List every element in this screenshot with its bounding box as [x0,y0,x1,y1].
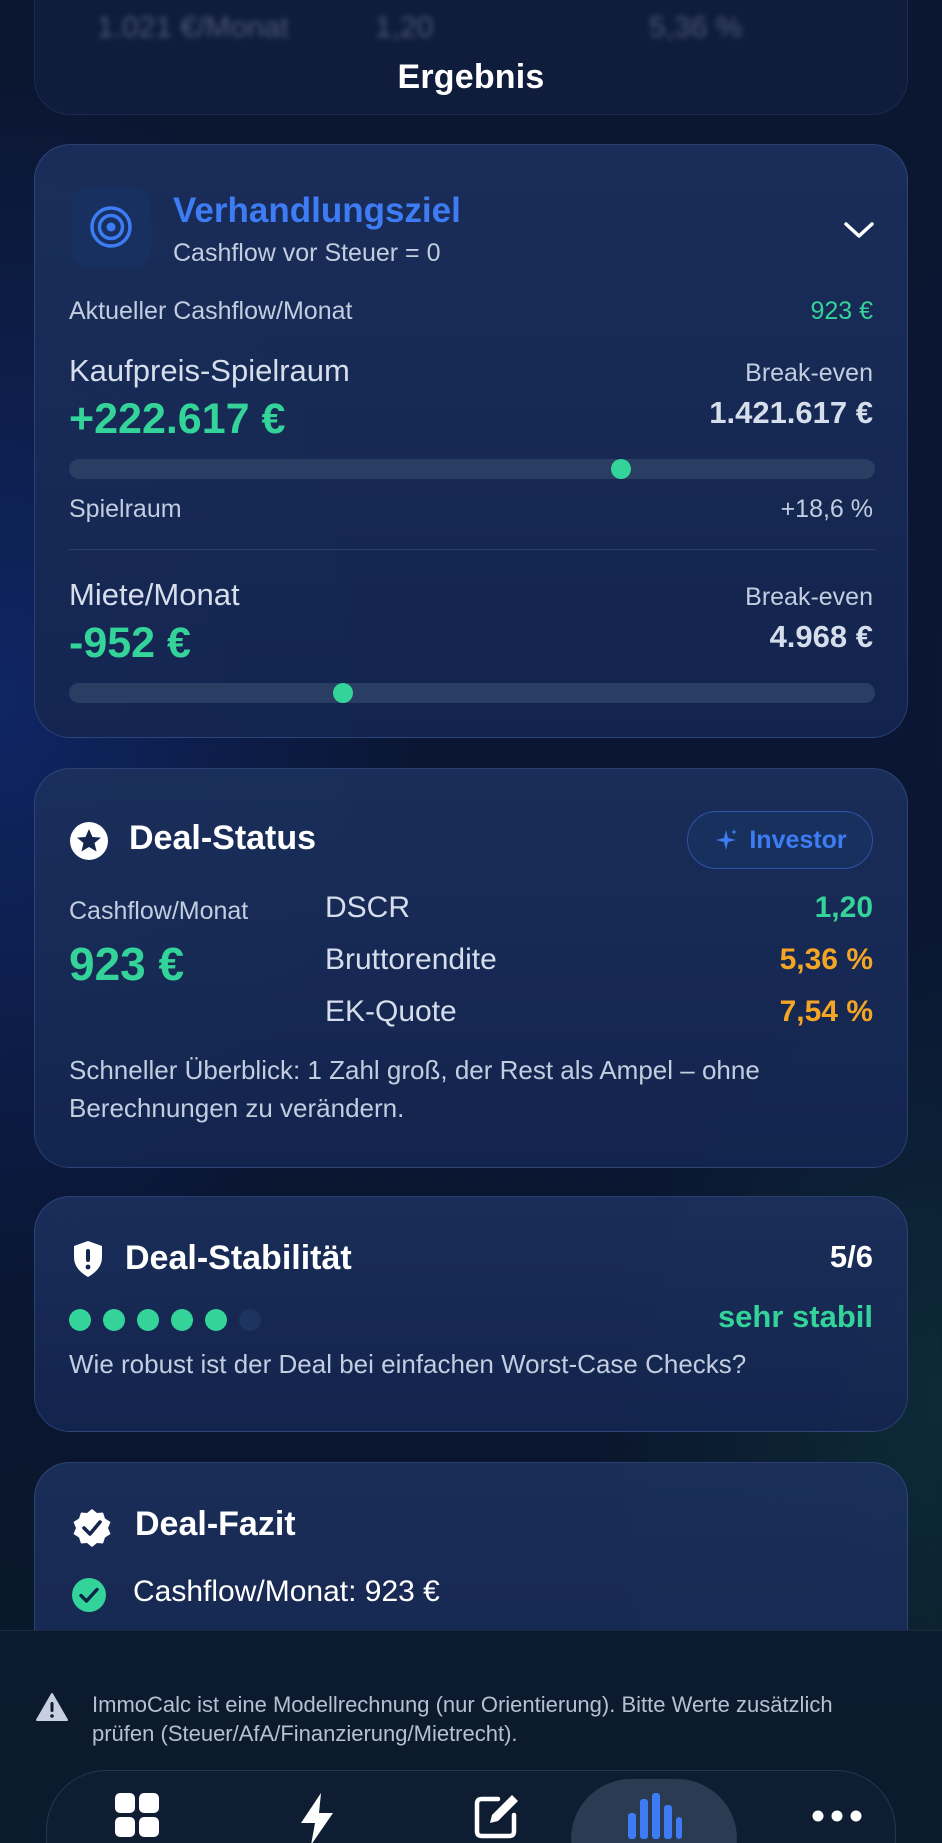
cashflow-label: Cashflow/Monat [69,897,249,925]
card-subtitle: Cashflow vor Steuer = 0 [173,239,441,267]
bolt-icon [301,1793,333,1843]
card-title: Deal-Status [129,819,317,857]
page-title: Ergebnis [397,58,545,96]
stability-dot-filled [69,1309,91,1331]
stability-dots [69,1309,261,1331]
tab-results[interactable] [624,1791,684,1843]
badge-label: Investor [749,825,847,854]
price-range-value: +222.617 € [69,395,286,443]
rent-slider[interactable] [69,683,875,703]
rent-value: -952 € [69,619,191,667]
metric-value: 1,20 [814,891,873,924]
slider-knob[interactable] [611,459,632,479]
grid-icon [115,1793,159,1837]
warning-icon [36,1693,68,1721]
tab-edit[interactable] [467,1791,527,1843]
verified-badge-icon [73,1509,111,1547]
deal-stability-card: Deal-Stabilität 5/6 sehr stabil Wie robu… [34,1196,908,1432]
metric-name: DSCR [325,891,411,924]
tab-more[interactable] [807,1791,867,1843]
card-title: Verhandlungsziel [173,191,461,230]
rent-breakeven-value: 4.968 € [769,619,873,654]
card-title: Deal-Stabilität [125,1239,352,1277]
stability-question: Wie robust ist der Deal bei einfachen Wo… [69,1349,747,1379]
stability-verdict: sehr stabil [717,1299,873,1334]
check-circle-icon [72,1578,106,1612]
price-breakeven-label: Break-even [745,359,873,387]
negotiation-target-card[interactable]: Verhandlungsziel Cashflow vor Steuer = 0… [34,144,908,738]
price-range-slider[interactable] [69,459,875,479]
range-footer-label: Spielraum [69,495,182,523]
status-note: Schneller Überblick: 1 Zahl groß, der Re… [69,1055,760,1123]
current-cashflow-value: 923 € [810,297,873,325]
price-breakeven-value: 1.421.617 € [709,395,873,430]
stability-dot-filled [205,1309,227,1331]
metric-value: 5,36 % [779,943,873,976]
chevron-down-icon[interactable] [841,215,877,243]
more-icon [812,1810,862,1822]
stability-dot-filled [137,1309,159,1331]
ghost-value: 5,36 % [649,11,743,44]
rent-breakeven-label: Break-even [745,583,873,611]
deal-status-card: Deal-Status Investor Cashflow/Monat 923 … [34,768,908,1168]
slider-knob[interactable] [333,683,354,703]
divider [69,549,875,550]
current-cashflow-label: Aktueller Cashflow/Monat [69,297,353,325]
stability-score: 5/6 [829,1239,873,1274]
metric-name: EK-Quote [325,995,457,1028]
shield-icon [74,1241,102,1277]
range-footer-value: +18,6 % [780,495,873,523]
disclaimer-text: ImmoCalc ist eine Modellrechnung (nur Or… [92,1692,833,1746]
star-icon [70,822,108,860]
edit-icon [474,1795,518,1839]
sparkle-icon [716,829,738,850]
cashflow-value: 923 € [69,938,185,990]
bar-chart-icon [628,1793,682,1839]
stability-dot-filled [171,1309,193,1331]
stability-dot-empty [239,1309,261,1331]
conclusion-item: Cashflow/Monat: 923 € [133,1575,440,1608]
ghost-value: 1,20 [375,11,434,44]
stability-dot-filled [103,1309,125,1331]
tab-quick[interactable] [287,1791,347,1843]
tab-bar [46,1770,896,1843]
metric-name: Bruttorendite [325,943,497,976]
rent-label: Miete/Monat [69,577,240,612]
tab-dashboard[interactable] [107,1791,167,1843]
metric-value: 7,54 % [779,995,873,1028]
target-icon [71,187,151,267]
investor-badge[interactable]: Investor [687,811,873,869]
price-range-label: Kaufpreis-Spielraum [69,353,350,388]
card-title: Deal-Fazit [135,1505,296,1543]
ghost-value: 1.021 €/Monat [97,11,289,44]
